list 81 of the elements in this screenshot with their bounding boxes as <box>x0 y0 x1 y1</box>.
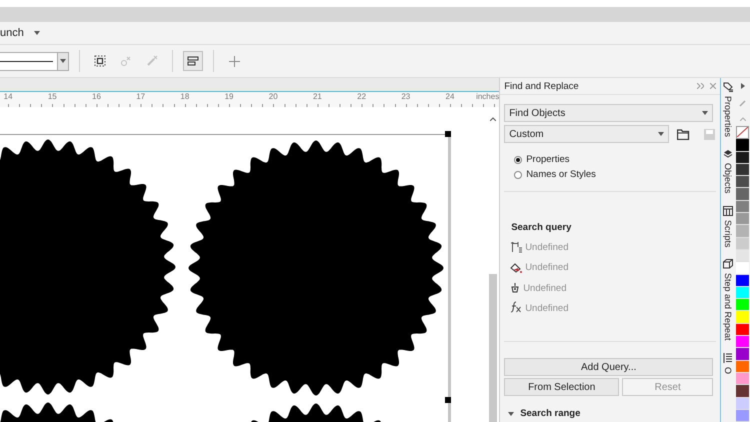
color-swatch[interactable] <box>736 299 750 312</box>
folder-icon[interactable] <box>677 128 690 140</box>
caret-icon <box>702 111 708 115</box>
color-swatch[interactable] <box>736 372 750 386</box>
menu-item[interactable]: unch <box>0 23 44 43</box>
color-swatch[interactable] <box>736 213 750 226</box>
eyedropper-icon[interactable] <box>738 99 747 107</box>
collapse-icon[interactable] <box>696 83 704 89</box>
properties-icon <box>722 82 733 92</box>
panel-button[interactable]: From Selection <box>504 378 620 396</box>
align-icon <box>187 56 199 66</box>
caret-icon <box>34 31 40 35</box>
color-swatch[interactable] <box>736 274 750 287</box>
color-swatch[interactable] <box>736 348 750 361</box>
color-swatch[interactable] <box>736 311 750 324</box>
panel-title: Find and Replace <box>504 80 579 92</box>
scroll-up-icon[interactable] <box>740 117 746 121</box>
outline-style-dropdown[interactable] <box>0 52 69 70</box>
docker-tab[interactable]: O <box>722 352 733 374</box>
caret-icon <box>60 59 66 63</box>
radio-button[interactable] <box>514 170 522 178</box>
scroll-arrow-icon[interactable] <box>740 83 745 89</box>
preset-dropdown[interactable]: Custom <box>504 125 670 143</box>
color-swatch[interactable] <box>736 200 750 214</box>
close-icon[interactable] <box>710 83 716 89</box>
color-swatch[interactable] <box>736 360 750 373</box>
pen-nib-icon <box>510 282 520 294</box>
ruler-label: 16 <box>91 92 102 102</box>
color-swatch[interactable] <box>736 262 750 275</box>
radio-button[interactable] <box>514 156 522 164</box>
docker-tab[interactable]: Objects <box>722 149 733 194</box>
docker-tab[interactable]: Scripts <box>722 206 733 248</box>
radio-option[interactable]: Properties <box>514 153 716 166</box>
ruler-label: 17 <box>135 92 146 102</box>
radio-option[interactable]: Names or Styles <box>514 168 716 181</box>
ruler-label: 24 <box>444 92 456 102</box>
ruler-label: 15 <box>46 92 58 102</box>
docker-tab[interactable]: Properties <box>722 82 733 138</box>
toolbar-button[interactable] <box>183 51 203 71</box>
caret-icon <box>508 412 514 416</box>
section-heading: Search query <box>511 222 572 233</box>
selection-handle[interactable] <box>445 131 451 137</box>
ruler-label: 22 <box>356 92 368 102</box>
group-icon <box>94 55 106 67</box>
find-mode-dropdown[interactable]: Find Objects <box>504 104 714 122</box>
add-query-button[interactable]: Add Query... <box>504 358 714 376</box>
color-swatch[interactable] <box>736 164 750 176</box>
node-icon <box>510 241 522 254</box>
color-swatch[interactable] <box>736 250 750 262</box>
ruler-label: 14 <box>2 92 14 102</box>
color-swatch[interactable] <box>736 324 750 336</box>
docker-tab[interactable]: Step and Repeat <box>722 259 733 341</box>
color-swatch[interactable] <box>736 238 750 250</box>
ruler-label: 18 <box>179 92 190 102</box>
color-swatch[interactable] <box>736 385 750 398</box>
scroll-up-icon <box>490 117 496 121</box>
ruler-label: 19 <box>224 92 234 102</box>
fill-bucket-icon <box>510 262 522 274</box>
ruler-label: 20 <box>268 92 279 102</box>
color-swatch[interactable] <box>736 286 750 300</box>
color-swatch[interactable] <box>736 176 750 188</box>
layers-icon <box>722 149 733 160</box>
color-swatch[interactable] <box>736 225 750 238</box>
color-swatch[interactable] <box>736 398 750 410</box>
color-swatch[interactable] <box>736 188 750 201</box>
color-swatch[interactable] <box>736 336 750 348</box>
no-color-swatch[interactable] <box>736 126 750 140</box>
caret-icon <box>658 132 664 136</box>
radio-label: Properties <box>526 154 570 165</box>
plus-icon <box>228 56 240 66</box>
ruler-label: 23 <box>400 92 412 102</box>
radio-label: Names or Styles <box>526 169 596 180</box>
section-toggle[interactable]: Search range <box>508 408 716 419</box>
table-icon <box>722 206 733 216</box>
ruler-label: 21 <box>312 92 323 102</box>
selection-handle[interactable] <box>445 397 451 403</box>
list-icon <box>722 352 733 363</box>
color-swatch[interactable] <box>736 410 750 422</box>
ruler-unit: inches <box>476 92 500 102</box>
color-swatch[interactable] <box>736 152 750 164</box>
color-swatch[interactable] <box>736 139 750 152</box>
